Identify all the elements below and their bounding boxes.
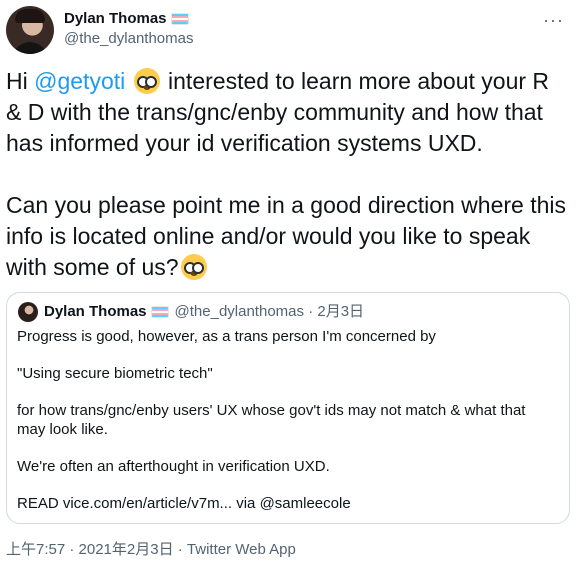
quoted-author-avatar bbox=[18, 302, 38, 323]
separator-dot: · bbox=[308, 303, 314, 321]
quoted-line: We're often an afterthought in verificat… bbox=[17, 458, 330, 475]
quoted-author-handle: @the_dylanthomas bbox=[174, 303, 305, 321]
quoted-tweet-body: Progress is good, however, as a trans pe… bbox=[17, 327, 557, 513]
tweet-text-part: Can you please point me in a good direct… bbox=[6, 192, 573, 280]
quoted-line: for how trans/gnc/enby users' UX whose g… bbox=[17, 402, 526, 438]
more-options-icon[interactable]: ··· bbox=[543, 10, 564, 31]
tweet-header: Dylan Thomas @the_dylanthomas ··· bbox=[6, 6, 564, 54]
nerd-face-icon bbox=[180, 254, 207, 280]
nerd-face-icon bbox=[133, 68, 160, 94]
transgender-flag-icon bbox=[150, 306, 169, 319]
transgender-flag-icon bbox=[170, 12, 189, 25]
author-name-block[interactable]: Dylan Thomas @the_dylanthomas bbox=[64, 9, 193, 49]
quoted-author-name: Dylan Thomas bbox=[44, 303, 147, 321]
mention-link[interactable]: @getyoti bbox=[34, 68, 125, 94]
tweet-text: Hi @getyoti interested to learn more abo… bbox=[6, 66, 568, 283]
quoted-line: "Using secure biometric tech" bbox=[17, 365, 213, 382]
quoted-tweet-header: Dylan Thomas @the_dylanthomas · 2月3日 bbox=[18, 302, 365, 323]
tweet-text-part: Hi bbox=[6, 68, 35, 94]
quoted-date: 2月3日 bbox=[317, 303, 365, 321]
quoted-tweet[interactable]: Dylan Thomas @the_dylanthomas · 2月3日 Prog… bbox=[6, 292, 570, 524]
author-avatar[interactable] bbox=[6, 6, 54, 54]
author-handle[interactable]: @the_dylanthomas bbox=[64, 29, 193, 49]
quoted-line: Progress is good, however, as a trans pe… bbox=[17, 328, 436, 345]
tweet-timestamp[interactable]: 上午7:57 · 2021年2月3日 · Twitter Web App bbox=[6, 540, 296, 560]
quoted-line: READ vice.com/en/article/v7m... via @sam… bbox=[17, 495, 351, 512]
author-display-name[interactable]: Dylan Thomas bbox=[64, 9, 167, 29]
